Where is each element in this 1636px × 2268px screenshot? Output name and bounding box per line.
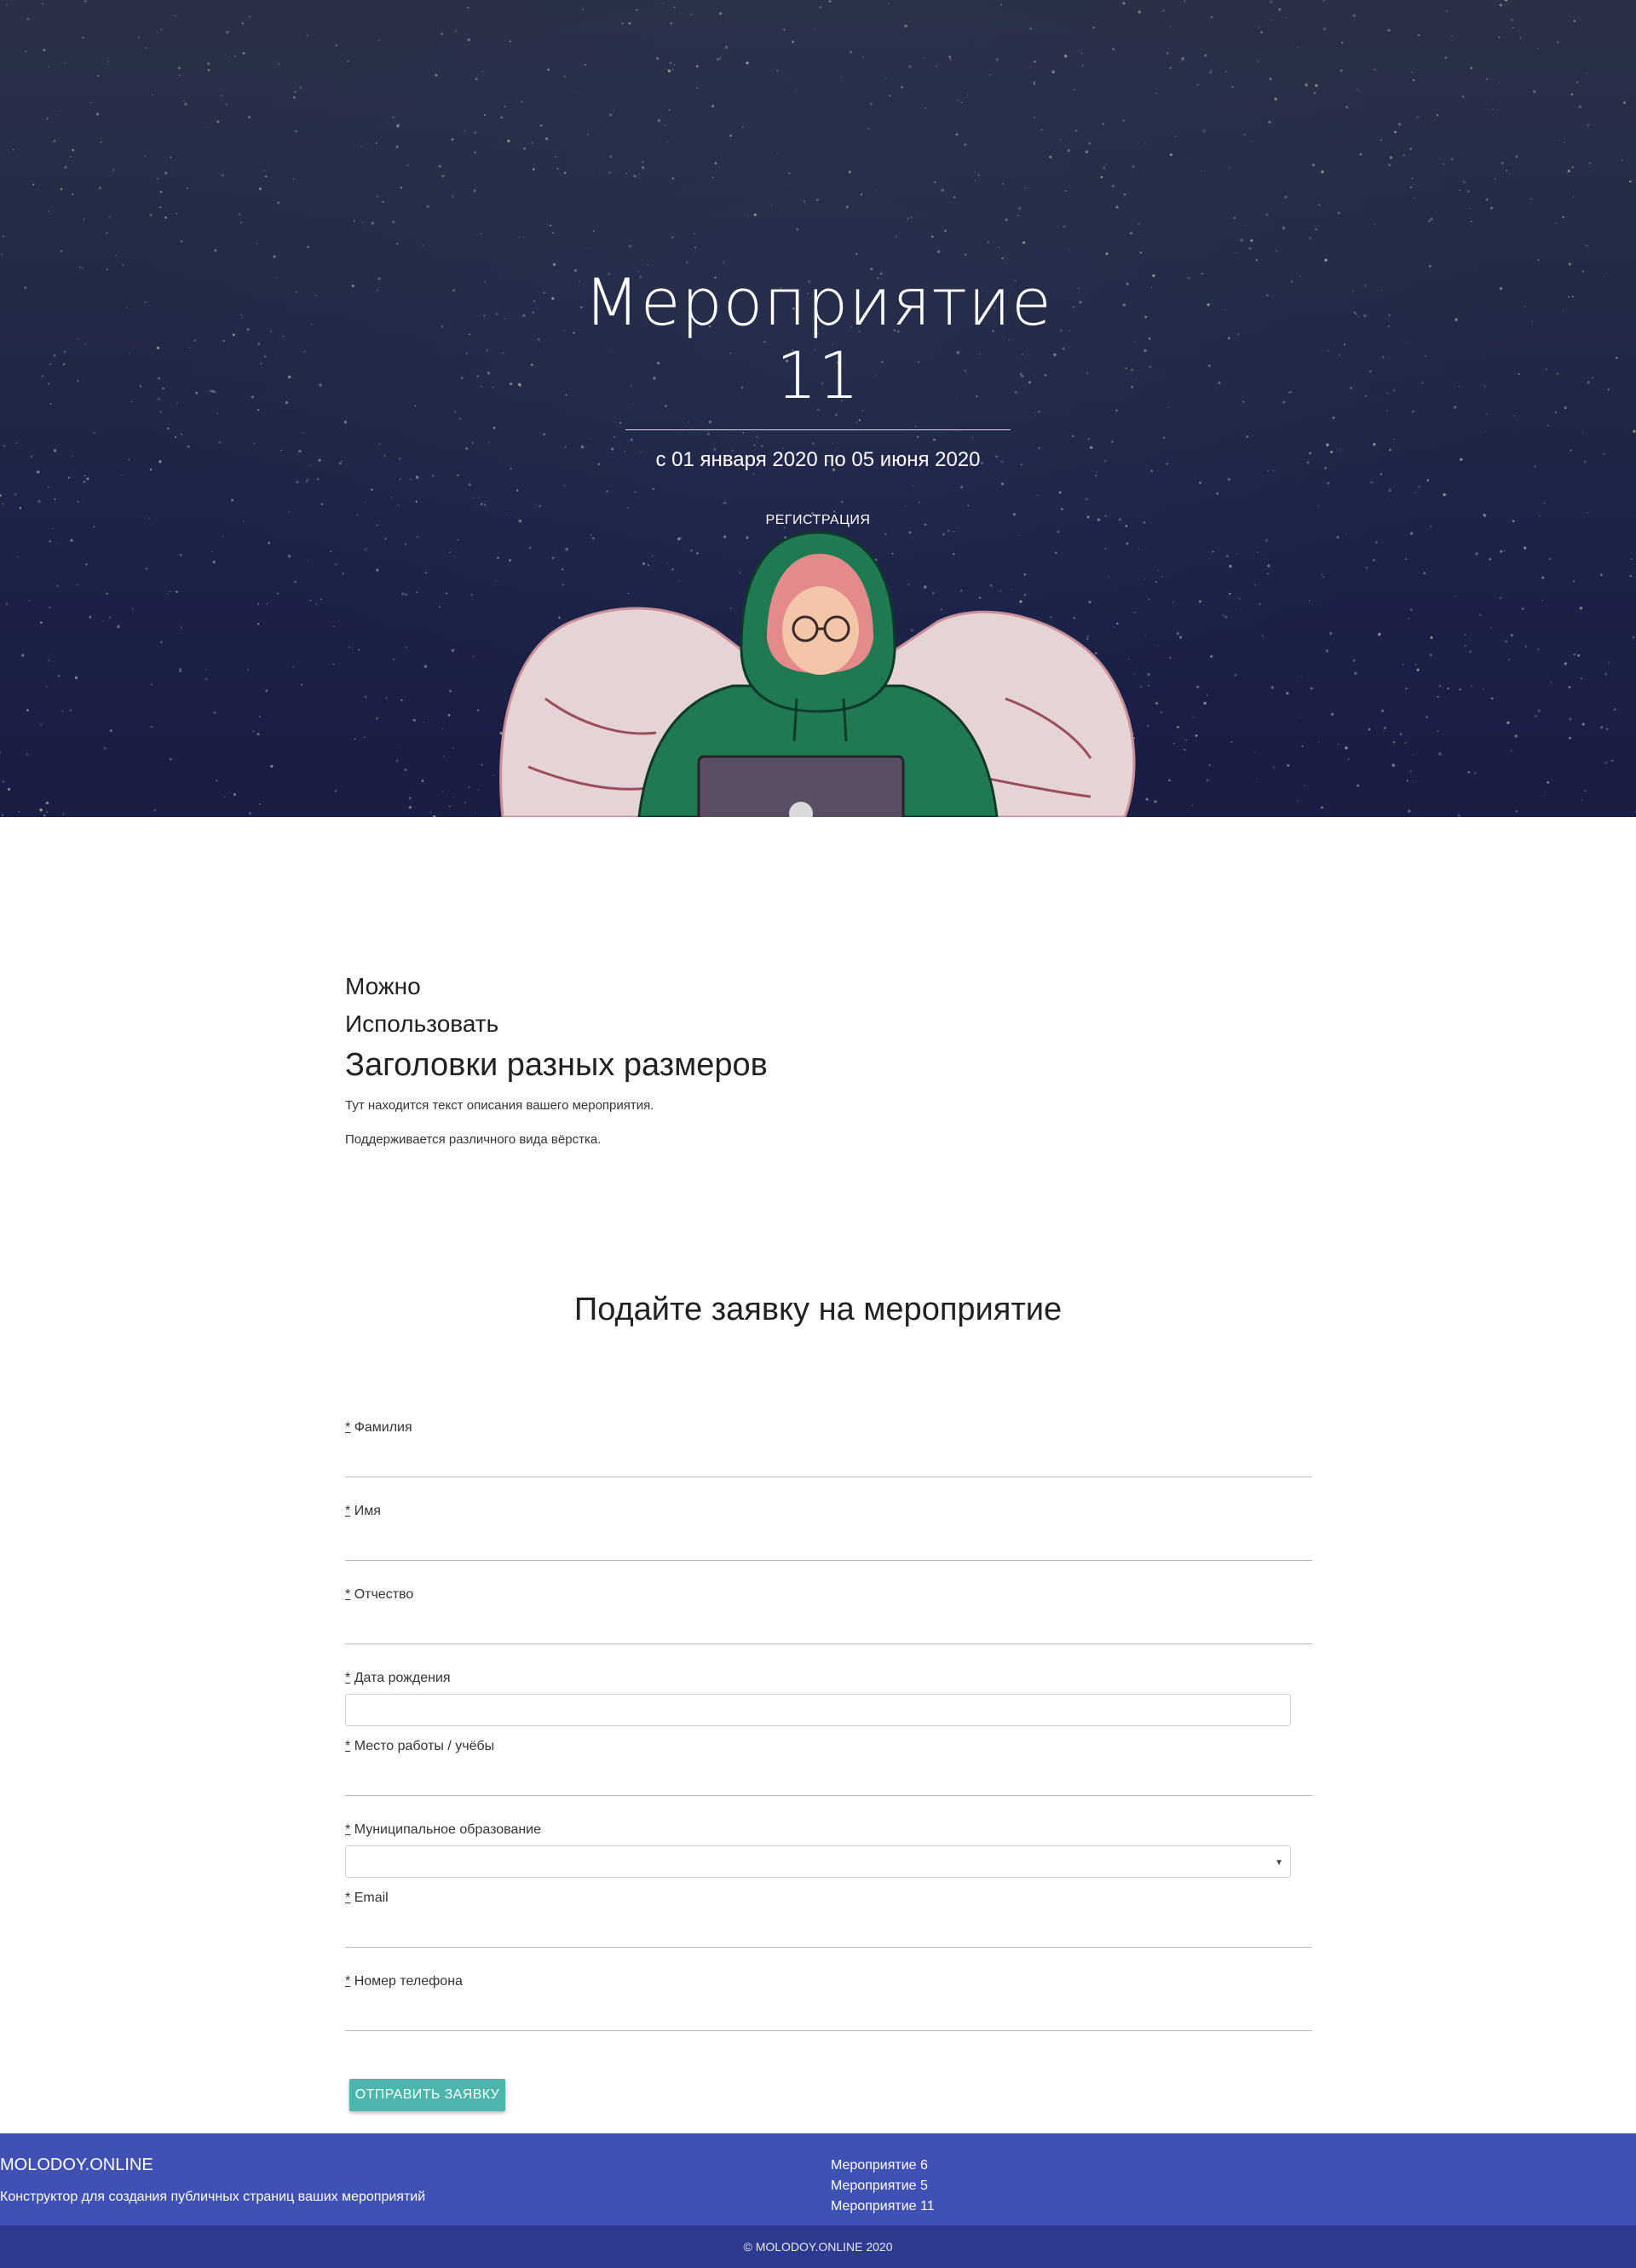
field-workplace: * Место работы / учёбы — [345, 1738, 1312, 1796]
event-title-line1: Мероприятие — [584, 264, 1052, 340]
footer-link-event-11[interactable]: Мероприятие 11 — [831, 2196, 935, 2217]
footer-description: Конструктор для создания публичных стран… — [0, 2190, 426, 2204]
patronymic-input[interactable] — [345, 1610, 1312, 1644]
chevron-down-icon: ▼ — [1275, 1858, 1283, 1868]
application-form: * Фамилия * Имя * Отчество * Дата рожден… — [345, 1419, 1312, 2057]
required-mark: * — [345, 1587, 351, 1602]
email-label: * Email — [345, 1891, 389, 1905]
email-input[interactable] — [345, 1914, 1312, 1948]
patronymic-label: * Отчество — [345, 1587, 414, 1602]
event-title: Мероприятие 11 — [0, 266, 1636, 412]
event-dates: с 01 января 2020 по 05 июня 2020 — [655, 448, 981, 471]
form-title: Подайте заявку на мероприятие — [573, 1292, 1063, 1327]
required-mark: * — [345, 1671, 351, 1685]
footer-link-event-6[interactable]: Мероприятие 6 — [831, 2156, 935, 2176]
required-mark: * — [345, 1504, 351, 1518]
required-mark: * — [345, 1891, 351, 1905]
field-birth-date: * Дата рождения — [345, 1670, 1312, 1726]
footer-link-event-5[interactable]: Мероприятие 5 — [831, 2176, 935, 2196]
field-first-name: * Имя — [345, 1503, 1312, 1561]
heading-small-2: Использовать — [345, 1010, 499, 1037]
submit-application-button[interactable]: ОТПРАВИТЬ ЗАЯВКУ — [349, 2079, 505, 2111]
required-mark: * — [345, 1822, 351, 1837]
required-mark: * — [345, 1974, 351, 1989]
field-patronymic: * Отчество — [345, 1586, 1312, 1644]
footer-copyright: © MOLODOY.ONLINE 2020 — [0, 2225, 1636, 2268]
field-email: * Email — [345, 1890, 1312, 1948]
title-divider — [625, 429, 1011, 430]
heading-small-1: Можно — [345, 973, 421, 999]
field-municipality: * Муниципальное образование ▼ — [345, 1822, 1312, 1878]
last-name-label: * Фамилия — [345, 1420, 412, 1435]
phone-input[interactable] — [345, 1997, 1312, 2031]
footer-brand: MOLODOY.ONLINE — [0, 2156, 153, 2174]
municipality-select[interactable]: ▼ — [345, 1845, 1291, 1878]
event-description: Можно Использовать Заголовки разных разм… — [345, 968, 1282, 1148]
description-text-1: Тут находится текст описания вашего меро… — [345, 1098, 654, 1113]
birth-date-label: * Дата рождения — [345, 1671, 451, 1685]
hero-section: Мероприятие 11 с 01 января 2020 по 05 ию… — [0, 0, 1636, 817]
field-last-name: * Фамилия — [345, 1419, 1312, 1477]
workplace-label: * Место работы / учёбы — [345, 1739, 495, 1753]
heading-large: Заголовки разных размеров — [345, 1047, 768, 1083]
first-name-label: * Имя — [345, 1504, 381, 1518]
last-name-input[interactable] — [345, 1443, 1312, 1477]
workplace-input[interactable] — [345, 1762, 1312, 1796]
field-phone: * Номер телефона — [345, 1973, 1312, 2031]
required-mark: * — [345, 1420, 351, 1435]
girl-with-laptop-illustration — [499, 531, 1136, 817]
phone-label: * Номер телефона — [345, 1974, 463, 1989]
required-mark: * — [345, 1739, 351, 1753]
first-name-input[interactable] — [345, 1527, 1312, 1561]
description-text-2: Поддерживается различного вида вёрстка. — [345, 1132, 602, 1147]
footer: MOLODOY.ONLINE Конструктор для создания … — [0, 2133, 1636, 2225]
municipality-label: * Муниципальное образование — [345, 1822, 542, 1837]
birth-date-input[interactable] — [345, 1694, 1291, 1726]
footer-links: Мероприятие 6 Мероприятие 5 Мероприятие … — [831, 2156, 935, 2217]
event-title-line2: 11 — [775, 337, 861, 413]
